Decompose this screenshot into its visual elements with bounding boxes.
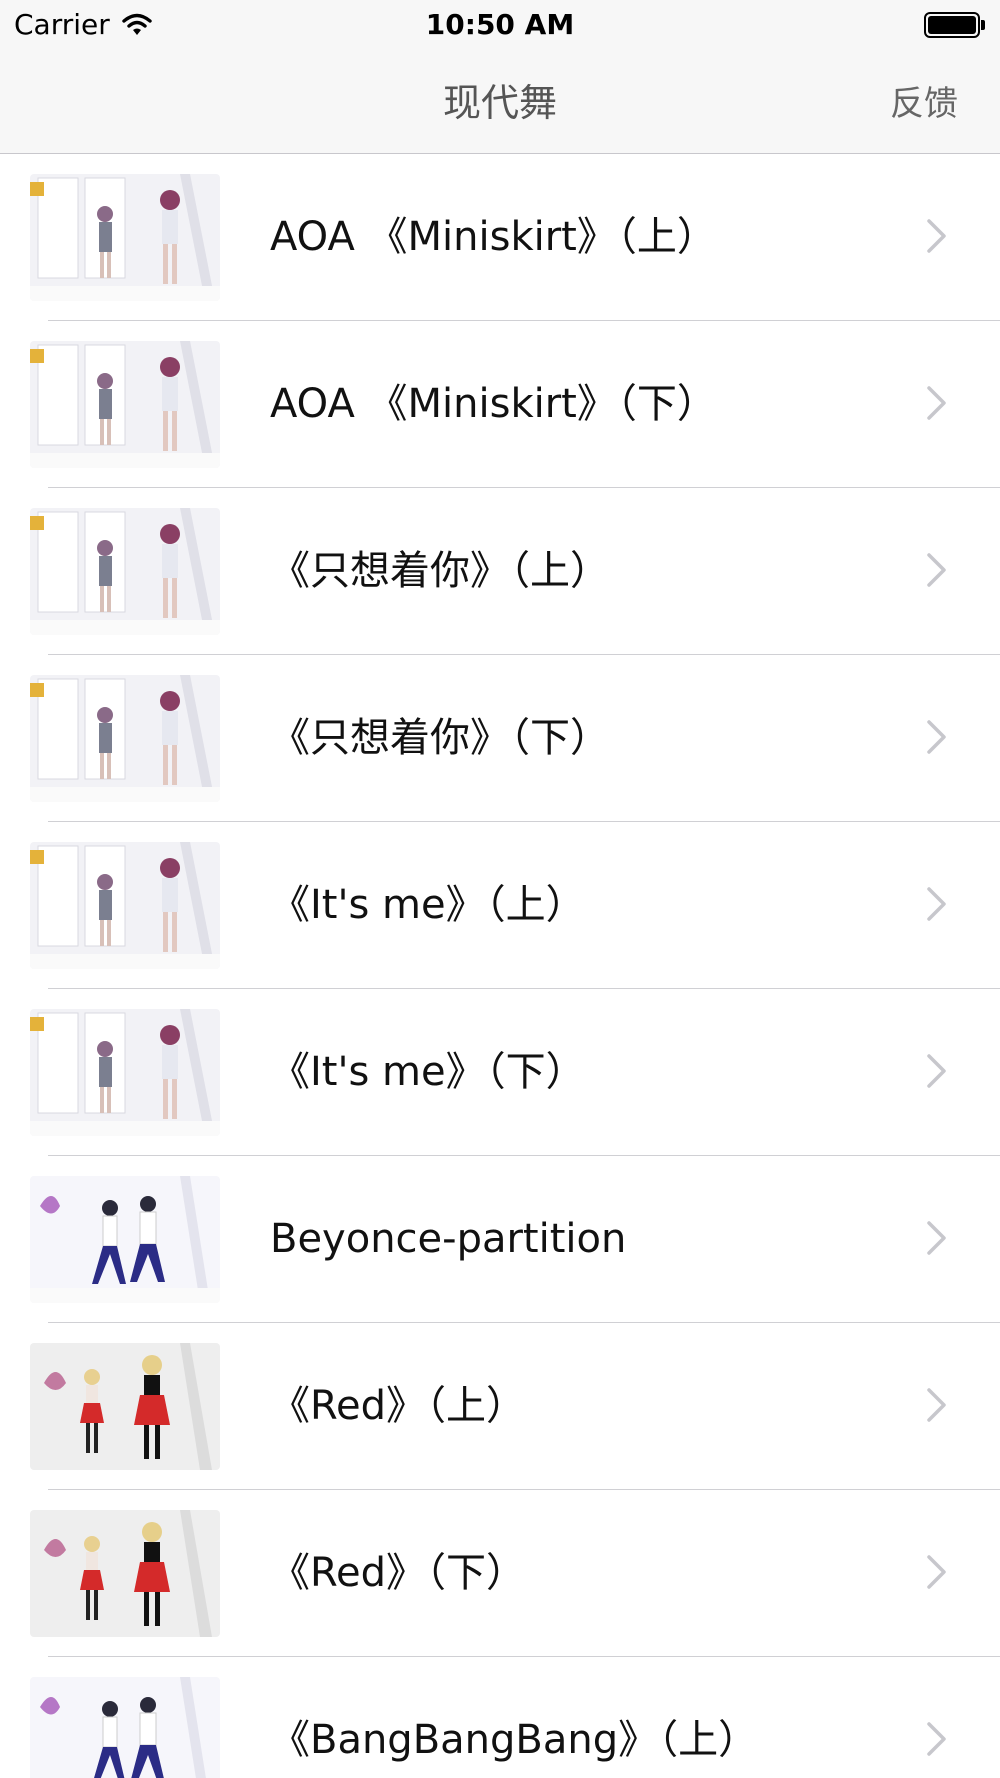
list-item-label: 《只想着你》（下） bbox=[270, 715, 610, 761]
video-thumbnail bbox=[30, 1343, 220, 1470]
chevron-right-icon bbox=[927, 1722, 946, 1756]
feedback-button[interactable]: 反馈 bbox=[890, 76, 958, 125]
battery-icon bbox=[924, 12, 986, 38]
list-item-label: 《It's me》（下） bbox=[270, 1049, 586, 1095]
chevron-right-icon bbox=[927, 720, 946, 754]
list-item[interactable]: 《It's me》（上） bbox=[0, 822, 1000, 989]
video-list: AOA 《Miniskirt》（上） AOA 《Miniskirt》（下） 《只… bbox=[0, 154, 1000, 1778]
list-item-label: 《Red》（上） bbox=[270, 1383, 526, 1429]
list-item[interactable]: 《Red》（上） bbox=[0, 1323, 1000, 1490]
navigation-bar: 现代舞 反馈 bbox=[0, 50, 1000, 154]
chevron-right-icon bbox=[927, 219, 946, 253]
list-item-label: 《It's me》（上） bbox=[270, 882, 586, 928]
status-time: 10:50 AM bbox=[425, 8, 575, 41]
video-thumbnail bbox=[30, 1510, 220, 1637]
list-item[interactable]: 《只想着你》（下） bbox=[0, 655, 1000, 822]
list-item-label: 《只想着你》（上） bbox=[270, 548, 610, 594]
video-thumbnail bbox=[30, 341, 220, 468]
chevron-right-icon bbox=[927, 887, 946, 921]
video-thumbnail bbox=[30, 1677, 220, 1778]
chevron-right-icon bbox=[927, 386, 946, 420]
list-item[interactable]: AOA 《Miniskirt》（上） bbox=[0, 154, 1000, 321]
list-item-label: AOA 《Miniskirt》（上） bbox=[270, 214, 717, 260]
status-bar: Carrier 10:50 AM bbox=[0, 0, 1000, 50]
chevron-right-icon bbox=[927, 1221, 946, 1255]
list-item-label: 《BangBangBang》（上） bbox=[270, 1717, 759, 1763]
video-thumbnail bbox=[30, 1176, 220, 1303]
video-thumbnail bbox=[30, 174, 220, 301]
video-thumbnail bbox=[30, 1009, 220, 1136]
list-item[interactable]: 《BangBangBang》（上） bbox=[0, 1657, 1000, 1778]
video-thumbnail bbox=[30, 842, 220, 969]
chevron-right-icon bbox=[927, 1388, 946, 1422]
chevron-right-icon bbox=[927, 1054, 946, 1088]
video-thumbnail bbox=[30, 675, 220, 802]
list-item-label: 《Red》（下） bbox=[270, 1550, 526, 1596]
list-item-label: Beyonce-partition bbox=[270, 1216, 627, 1262]
list-item[interactable]: 《Red》（下） bbox=[0, 1490, 1000, 1657]
chevron-right-icon bbox=[927, 553, 946, 587]
list-item[interactable]: Beyonce-partition bbox=[0, 1156, 1000, 1323]
page-title: 现代舞 bbox=[442, 81, 557, 125]
list-item[interactable]: AOA 《Miniskirt》（下） bbox=[0, 321, 1000, 488]
chevron-right-icon bbox=[927, 1555, 946, 1589]
list-item[interactable]: 《It's me》（下） bbox=[0, 989, 1000, 1156]
list-item-label: AOA 《Miniskirt》（下） bbox=[270, 381, 717, 427]
video-thumbnail bbox=[30, 508, 220, 635]
list-item[interactable]: 《只想着你》（上） bbox=[0, 488, 1000, 655]
